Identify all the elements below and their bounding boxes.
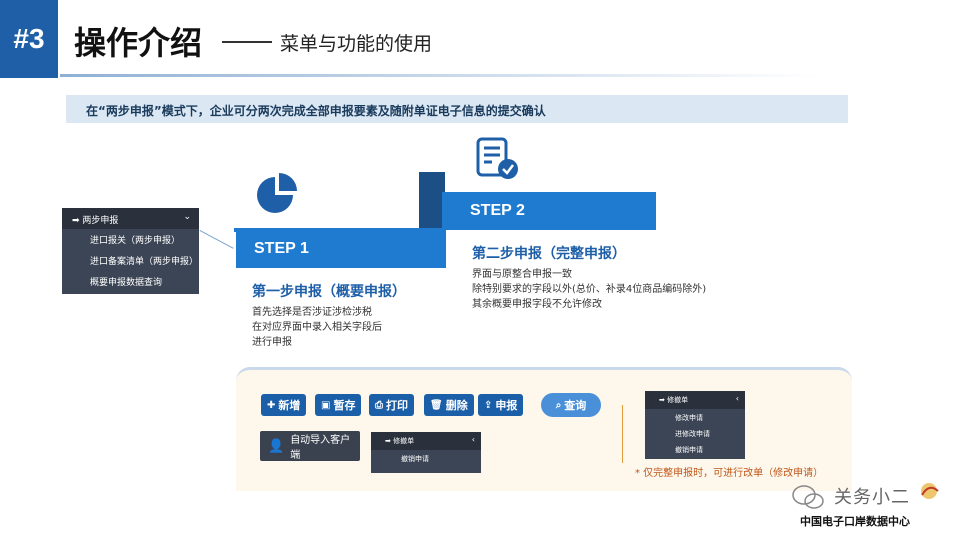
- step1-line: 进行申报: [252, 337, 292, 348]
- step2-line: 除特别要求的字段以外(总价、补录4位商品编码除外): [472, 284, 707, 295]
- declare-button[interactable]: ⇪ 申报: [478, 394, 524, 416]
- user-icon: 👤: [268, 438, 285, 454]
- menu-item-modify[interactable]: 修改申请: [645, 409, 745, 425]
- step1-line: 在对应界面中录入相关字段后: [252, 322, 382, 333]
- pie-chart-icon: [257, 173, 297, 213]
- declare-label: 申报: [495, 399, 518, 412]
- menu-item-modify-progress[interactable]: 进修改申请: [645, 425, 745, 441]
- watermark-title: 关务小二: [834, 487, 910, 508]
- vertical-divider: [622, 405, 623, 463]
- header-rule: [60, 74, 820, 77]
- step2-title: 第二步申报（完整申报）: [472, 246, 626, 262]
- plus-icon: ✚: [267, 399, 276, 411]
- menu-item-import-record[interactable]: 进口备案清单（两步申报）: [62, 250, 199, 271]
- step1-description: 第一步申报（概要申报） 首先选择是否涉证涉检涉税 在对应界面中录入相关字段后 进…: [252, 281, 406, 350]
- chevron-left-icon: ‹: [735, 394, 739, 403]
- menu-item-summary-query[interactable]: 概要申报数据查询: [62, 271, 199, 292]
- menu-item-import-declare[interactable]: 进口报关（两步申报）: [62, 229, 199, 250]
- query-button[interactable]: ⌕ 查询: [541, 393, 601, 417]
- section-number-badge: #3: [0, 0, 58, 78]
- title-separator: [222, 41, 272, 43]
- print-button[interactable]: ⎙ 打印: [369, 394, 414, 416]
- intro-banner: 在“两步申报”模式下，企业可分两次完成全部申报要素及随附单证电子信息的提交确认: [66, 95, 848, 123]
- menu-title: 两步申报: [82, 216, 119, 226]
- save-label: 暂存: [333, 399, 356, 412]
- page-subtitle: 菜单与功能的使用: [280, 33, 433, 55]
- export-icon: ➡: [72, 216, 83, 226]
- watermark-subtitle: 中国电子口岸数据中心: [800, 515, 910, 528]
- upload-icon: ⇪: [484, 399, 493, 411]
- delete-button[interactable]: 🗑 删除: [424, 394, 474, 416]
- chevron-down-icon: ⌄: [183, 212, 191, 222]
- step1-line: 首先选择是否涉证涉检涉税: [252, 307, 372, 318]
- save-draft-button[interactable]: ▣ 暂存: [315, 394, 362, 416]
- menu-item-withdraw[interactable]: 撤销申请: [371, 450, 481, 466]
- new-label: 新增: [278, 399, 301, 412]
- menu-item-withdraw[interactable]: 撤销申请: [645, 441, 745, 457]
- print-label: 打印: [386, 399, 408, 412]
- step2-bar: STEP 2: [442, 192, 656, 230]
- trash-icon: 🗑: [430, 399, 443, 411]
- two-step-declare-menu: ➡ 两步申报 ⌄ 进口报关（两步申报） 进口备案清单（两步申报） 概要申报数据查…: [62, 208, 199, 294]
- mini-menu-header[interactable]: ➡ 修撤单 ‹: [371, 432, 481, 450]
- menu-header[interactable]: ➡ 两步申报 ⌄: [62, 208, 199, 229]
- delete-label: 删除: [445, 399, 468, 412]
- right-menu-header[interactable]: ➡ 修撤单 ‹: [645, 391, 745, 409]
- right-menu-title: 修撤单: [667, 396, 689, 404]
- footnote: * 仅完整申报时，可进行改单（修改申请）: [635, 468, 824, 479]
- auto-import-client-button[interactable]: 👤 自动导入客户端: [260, 431, 360, 461]
- floppy-icon: ▣: [321, 399, 331, 411]
- connector-line: [199, 230, 234, 249]
- query-label: 查询: [564, 399, 587, 412]
- step1-title: 第一步申报（概要申报）: [252, 284, 406, 300]
- page-title: 操作介绍: [74, 24, 203, 62]
- export-icon: ➡: [385, 437, 394, 445]
- revise-withdraw-menu-small: ➡ 修撤单 ‹ 撤销申请: [371, 432, 481, 473]
- step2-line: 其余概要申报字段不允许修改: [472, 299, 602, 310]
- mini-menu-title: 修撤单: [393, 437, 415, 445]
- document-check-icon: [476, 137, 518, 179]
- step2-description: 第二步申报（完整申报） 界面与原整合申报一致 除特别要求的字段以外(总价、补录4…: [472, 243, 706, 312]
- step1-bar: STEP 1: [236, 230, 446, 268]
- chevron-left-icon: ‹: [471, 435, 475, 444]
- new-button[interactable]: ✚ 新增: [261, 394, 307, 416]
- step2-line: 界面与原整合申报一致: [472, 269, 572, 280]
- printer-icon: ⎙: [375, 399, 383, 411]
- import-label: 自动导入客户端: [290, 435, 351, 461]
- search-icon: ⌕: [555, 399, 562, 411]
- revise-withdraw-menu: ➡ 修撤单 ‹ 修改申请 进修改申请 撤销申请: [645, 391, 745, 459]
- export-icon: ➡: [659, 396, 668, 404]
